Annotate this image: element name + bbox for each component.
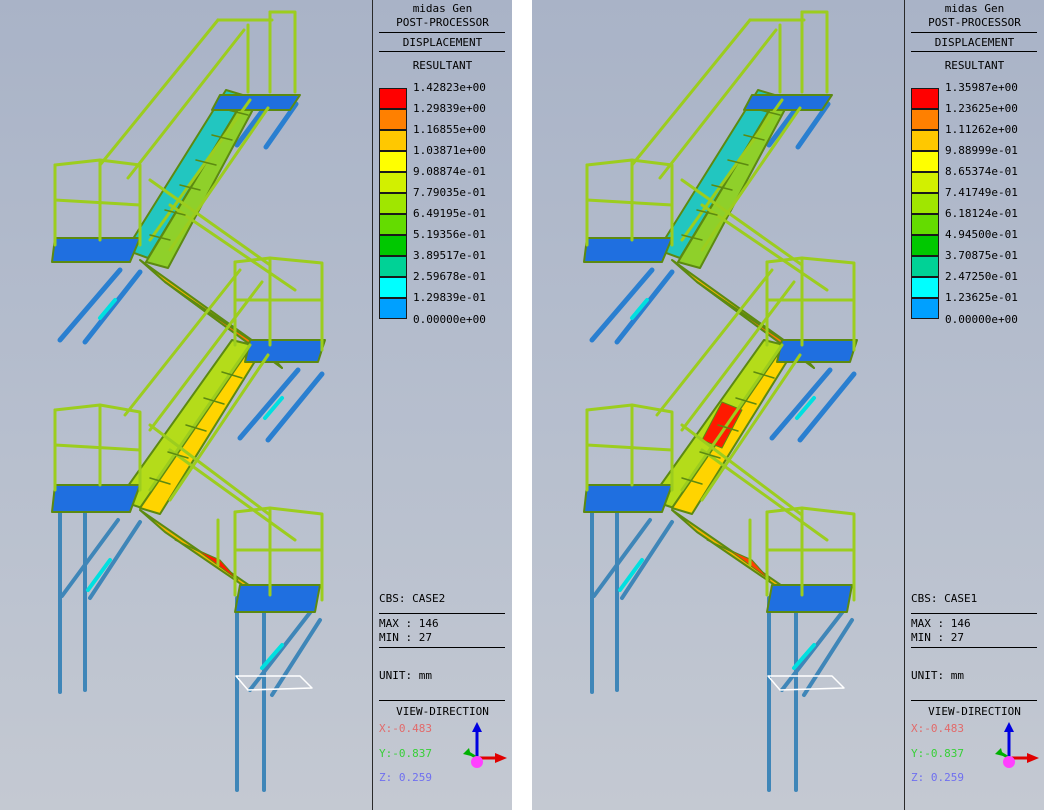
app-name: midas Gen xyxy=(412,2,473,15)
view-y-value: Y:-0.837 xyxy=(379,747,432,760)
divider-line xyxy=(911,32,1037,33)
legend-swatch xyxy=(379,235,407,256)
legend-swatch xyxy=(911,298,939,319)
view-direction-label: VIEW-DIRECTION xyxy=(928,705,1021,718)
color-legend: 1.42823e+00 1.29839e+00 1.16855e+00 1.03… xyxy=(379,82,509,326)
legend-swatch xyxy=(379,214,407,235)
legend-value: 1.23625e+00 xyxy=(945,102,1018,115)
legend-swatch xyxy=(911,235,939,256)
result-panel-left: midas Gen POST-PROCESSOR DISPLACEMENT RE… xyxy=(0,0,512,810)
mode-label: POST-PROCESSOR xyxy=(928,16,1021,29)
result-panel-right: midas Gen POST-PROCESSOR DISPLACEMENT RE… xyxy=(532,0,1044,810)
legend-value: 0.00000e+00 xyxy=(945,313,1018,326)
axis-triad-icon xyxy=(463,722,507,768)
divider-line xyxy=(911,647,1037,648)
min-node-label: MIN : 27 xyxy=(379,631,432,644)
model-viewport[interactable] xyxy=(532,0,904,810)
legend-swatch xyxy=(379,172,407,193)
divider-line xyxy=(379,32,505,33)
legend-swatch xyxy=(911,172,939,193)
legend-value: 1.23625e-01 xyxy=(945,291,1018,304)
legend-value: 2.47250e-01 xyxy=(945,270,1018,283)
stair-structure-model xyxy=(583,10,858,792)
legend-value: 1.42823e+00 xyxy=(413,81,486,94)
ground-marker xyxy=(235,675,313,691)
app-name: midas Gen xyxy=(944,2,1005,15)
component-label: RESULTANT xyxy=(412,59,473,72)
divider-line xyxy=(379,647,505,648)
legend-value: 8.65374e-01 xyxy=(945,165,1018,178)
load-case-label: CBS: CASE1 xyxy=(911,592,978,605)
legend-value: 3.89517e-01 xyxy=(413,249,486,262)
view-z-value: Z: 0.259 xyxy=(911,771,964,784)
legend-swatch xyxy=(379,298,407,319)
legend-swatch xyxy=(911,277,939,298)
legend-swatch xyxy=(911,193,939,214)
legend-swatch xyxy=(379,193,407,214)
ground-marker xyxy=(767,675,845,691)
load-case-label: CBS: CASE2 xyxy=(379,592,446,605)
divider-line xyxy=(379,700,505,701)
legend-swatch xyxy=(379,130,407,151)
legend-swatch xyxy=(379,277,407,298)
legend-value: 6.18124e-01 xyxy=(945,207,1018,220)
legend-swatch xyxy=(379,151,407,172)
legend-value: 6.49195e-01 xyxy=(413,207,486,220)
legend-value: 3.70875e-01 xyxy=(945,249,1018,262)
divider-line xyxy=(379,51,505,52)
result-type-label: DISPLACEMENT xyxy=(934,36,1015,49)
legend-row: 1.23625e-01 0.00000e+00 xyxy=(911,292,1041,326)
unit-label: UNIT: mm xyxy=(379,669,432,682)
legend-swatch xyxy=(911,214,939,235)
color-legend: 1.35987e+00 1.23625e+00 1.11262e+00 9.88… xyxy=(911,82,1041,326)
legend-swatch xyxy=(911,88,939,109)
view-z-value: Z: 0.259 xyxy=(379,771,432,784)
component-label: RESULTANT xyxy=(944,59,1005,72)
view-y-value: Y:-0.837 xyxy=(911,747,964,760)
legend-swatch xyxy=(379,109,407,130)
legend-value: 1.29839e+00 xyxy=(413,102,486,115)
stair-structure-model xyxy=(51,10,326,792)
legend-value: 4.94500e-01 xyxy=(945,228,1018,241)
legend-swatch xyxy=(379,88,407,109)
legend-value: 1.16855e+00 xyxy=(413,123,486,136)
legend-swatch xyxy=(911,151,939,172)
divider-line xyxy=(379,613,505,614)
result-info-panel: midas Gen POST-PROCESSOR DISPLACEMENT RE… xyxy=(373,0,512,810)
result-type-label: DISPLACEMENT xyxy=(402,36,483,49)
max-node-label: MAX : 146 xyxy=(911,617,971,630)
view-x-value: X:-0.483 xyxy=(911,722,964,735)
legend-row: 1.29839e-01 0.00000e+00 xyxy=(379,292,509,326)
divider-line xyxy=(911,51,1037,52)
legend-value: 7.41749e-01 xyxy=(945,186,1018,199)
legend-value: 5.19356e-01 xyxy=(413,228,486,241)
legend-value: 1.03871e+00 xyxy=(413,144,486,157)
legend-value: 9.88999e-01 xyxy=(945,144,1018,157)
axis-triad-icon xyxy=(995,722,1039,768)
view-x-value: X:-0.483 xyxy=(379,722,432,735)
legend-value: 9.08874e-01 xyxy=(413,165,486,178)
min-node-label: MIN : 27 xyxy=(911,631,964,644)
legend-swatch xyxy=(911,256,939,277)
legend-value: 1.35987e+00 xyxy=(945,81,1018,94)
divider-line xyxy=(911,613,1037,614)
legend-swatch xyxy=(379,256,407,277)
legend-value: 0.00000e+00 xyxy=(413,313,486,326)
legend-value: 1.11262e+00 xyxy=(945,123,1018,136)
max-node-label: MAX : 146 xyxy=(379,617,439,630)
unit-label: UNIT: mm xyxy=(911,669,964,682)
legend-swatch xyxy=(911,109,939,130)
legend-value: 7.79035e-01 xyxy=(413,186,486,199)
divider-line xyxy=(911,700,1037,701)
legend-swatch xyxy=(911,130,939,151)
model-viewport[interactable] xyxy=(0,0,372,810)
legend-value: 2.59678e-01 xyxy=(413,270,486,283)
legend-value: 1.29839e-01 xyxy=(413,291,486,304)
result-info-panel: midas Gen POST-PROCESSOR DISPLACEMENT RE… xyxy=(905,0,1044,810)
mode-label: POST-PROCESSOR xyxy=(396,16,489,29)
view-direction-label: VIEW-DIRECTION xyxy=(396,705,489,718)
